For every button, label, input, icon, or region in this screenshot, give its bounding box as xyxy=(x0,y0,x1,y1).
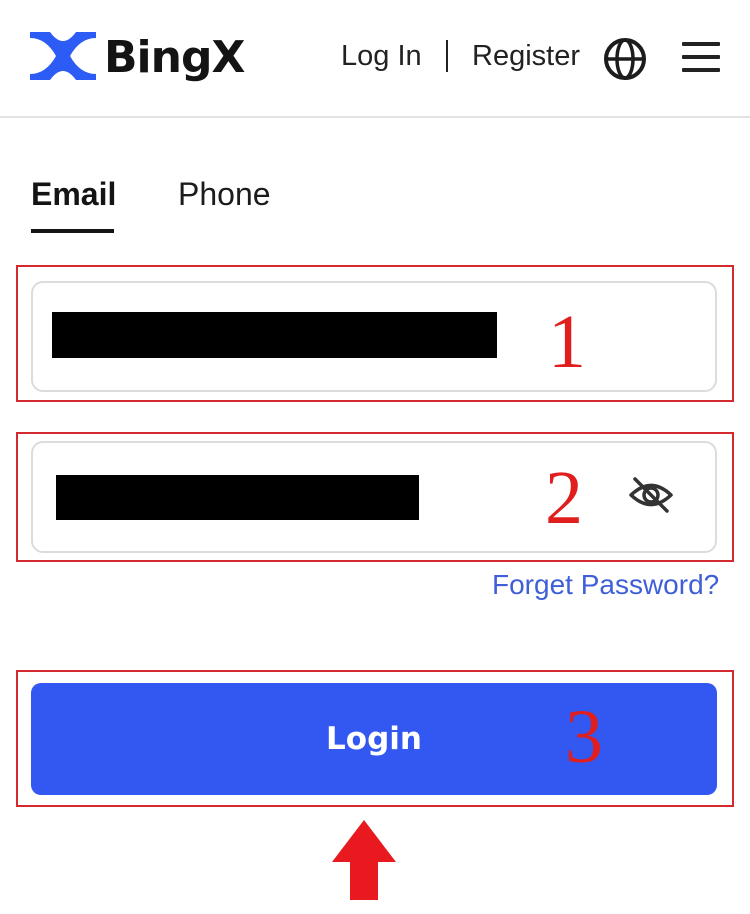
red-up-arrow-icon xyxy=(332,820,396,900)
login-button-label: Login xyxy=(326,721,422,757)
login-page: BingX Log In Register Email Phone 1 2 Fo… xyxy=(0,0,750,914)
hamburger-menu-icon[interactable] xyxy=(682,42,720,72)
header-register-link[interactable]: Register xyxy=(472,36,580,76)
tab-email[interactable]: Email xyxy=(31,172,116,216)
login-button[interactable]: Login xyxy=(31,683,717,795)
header-login-link[interactable]: Log In xyxy=(341,36,422,76)
bingx-logo[interactable]: BingX xyxy=(30,30,245,85)
active-tab-underline xyxy=(31,229,114,233)
eye-off-icon[interactable] xyxy=(627,474,675,516)
annotation-number-1: 1 xyxy=(548,300,586,384)
annotation-number-3: 3 xyxy=(565,695,603,779)
annotation-number-2: 2 xyxy=(545,456,583,540)
redacted-password-value xyxy=(56,475,419,520)
password-field[interactable] xyxy=(31,441,717,553)
forget-password-link[interactable]: Forget Password? xyxy=(492,566,719,604)
bingx-logo-icon xyxy=(30,32,96,80)
email-field[interactable] xyxy=(31,281,717,392)
top-header: BingX Log In Register xyxy=(0,0,750,118)
redacted-email-value xyxy=(52,312,497,358)
menu-line xyxy=(682,55,720,59)
globe-icon[interactable] xyxy=(603,37,647,81)
nav-divider xyxy=(446,40,448,72)
tab-phone[interactable]: Phone xyxy=(178,172,271,216)
menu-line xyxy=(682,68,720,72)
brand-name: BingX xyxy=(104,32,245,83)
menu-line xyxy=(682,42,720,46)
